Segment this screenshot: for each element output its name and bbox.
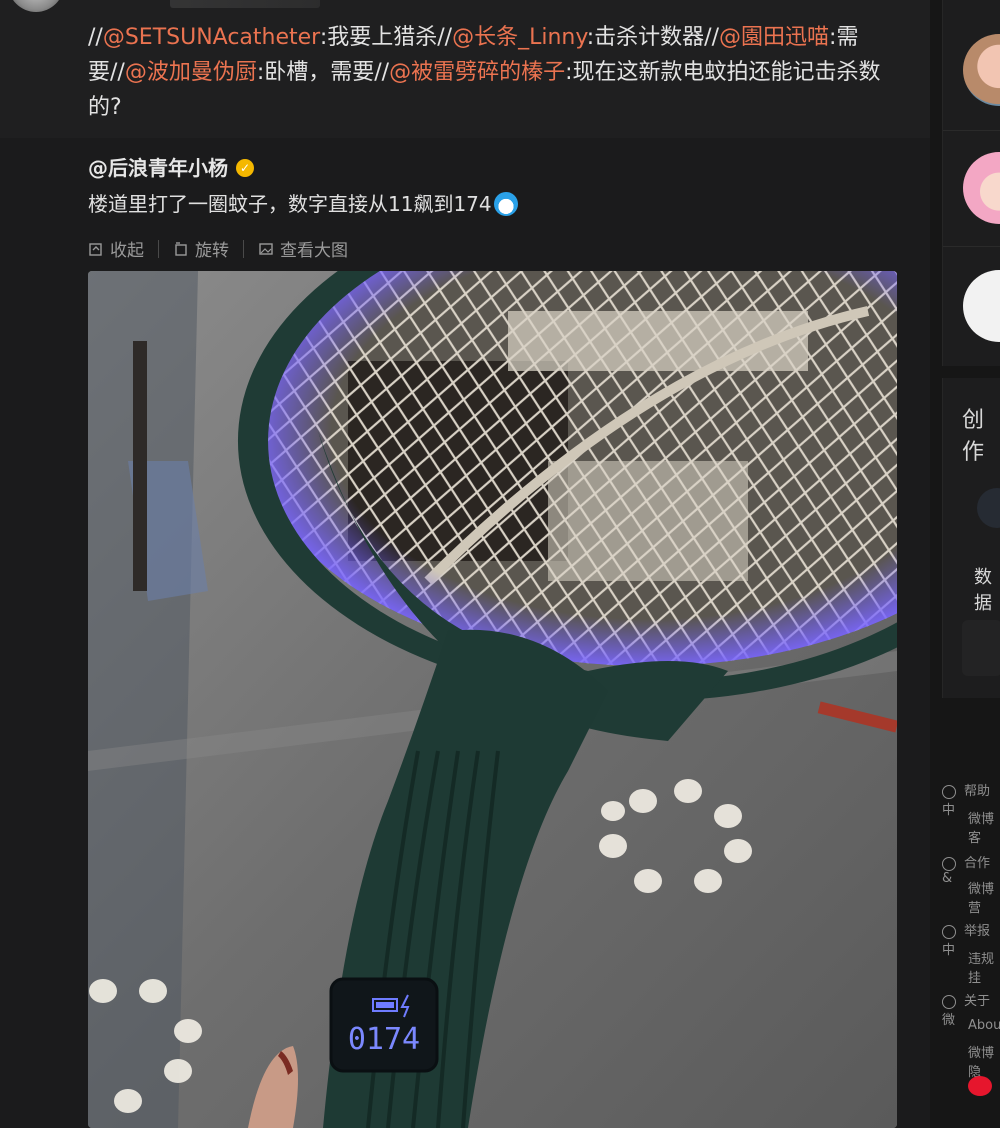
rotate-icon: [175, 241, 187, 256]
creator-data-label[interactable]: 数据: [974, 563, 1000, 615]
repost-comment-text: :卧槽，需要//: [256, 60, 390, 85]
help-icon: [942, 784, 956, 799]
collapse-button[interactable]: 收起: [88, 236, 144, 261]
repost-comment-text: //: [88, 25, 103, 50]
main-column: //@SETSUNAcatheter:我要上猎杀//@长条_Linny:击杀计数…: [0, 0, 930, 1128]
divider: [943, 246, 1000, 247]
counter-display: 0174: [348, 1022, 420, 1057]
mention-link[interactable]: @波加曼伪厨: [125, 60, 257, 85]
creator-card-button[interactable]: [962, 620, 1000, 676]
repost-comment-text: :击杀计数器//: [586, 25, 720, 50]
sidebar-card-follow: [942, 0, 1000, 366]
verified-badge-icon: ✓: [236, 158, 254, 177]
repost-comment-text: :我要上猎杀//: [319, 25, 453, 50]
alert-icon: [942, 924, 956, 939]
footer-about-sub[interactable]: About: [968, 1018, 1000, 1033]
original-post-text: 楼道里打了一圈蚊子，数字直接从11飙到174: [88, 188, 518, 218]
collapse-label: 收起: [110, 241, 144, 261]
view-large-label: 查看大图: [280, 241, 348, 261]
footer-privacy[interactable]: 微博隐: [968, 1042, 1000, 1080]
mention-link[interactable]: @长条_Linny: [452, 25, 587, 50]
footer-cooperation-sub[interactable]: 微博营: [968, 878, 1000, 916]
footer-help-sub[interactable]: 微博客: [968, 808, 1000, 846]
repost-block: //@SETSUNAcatheter:我要上猎杀//@长条_Linny:击杀计数…: [0, 0, 930, 138]
image-icon: [259, 242, 273, 255]
view-large-button[interactable]: 查看大图: [258, 236, 348, 261]
divider: [158, 239, 159, 258]
divider: [243, 239, 244, 258]
user-icon: [942, 994, 956, 1009]
weibo-logo-icon: [968, 1076, 992, 1096]
faint-header-text: [170, 0, 320, 8]
collapse-icon: [89, 242, 102, 256]
mention-link[interactable]: @SETSUNAcatheter: [103, 25, 320, 50]
heart-icon: [942, 856, 956, 871]
avatar[interactable]: [963, 152, 1000, 224]
avatar[interactable]: [8, 0, 64, 12]
mention-link[interactable]: @園田迅喵: [719, 25, 829, 50]
avatar[interactable]: [963, 34, 1000, 106]
original-author: @后浪青年小杨 ✓: [88, 152, 254, 181]
creator-card-title: 创作: [962, 408, 985, 465]
rotate-button[interactable]: 旋转: [173, 236, 229, 261]
divider: [943, 130, 1000, 131]
rotate-label: 旋转: [195, 241, 229, 261]
footer-report-sub[interactable]: 违规挂: [968, 948, 1000, 986]
image-actions-bar: 收起 旋转 查看大图: [88, 236, 348, 261]
author-name-link[interactable]: @后浪青年小杨: [88, 156, 228, 180]
avatar[interactable]: [963, 270, 1000, 342]
mosquito-racket-photo: 0174: [88, 271, 897, 1128]
post-photo[interactable]: 0174: [88, 271, 897, 1128]
post-text-body: 楼道里打了一圈蚊子，数字直接从11飙到174: [88, 192, 492, 216]
mention-link[interactable]: @被雷劈碎的榛子: [389, 60, 565, 85]
repost-chain-text: //@SETSUNAcatheter:我要上猎杀//@长条_Linny:击杀计数…: [88, 20, 908, 125]
doraemon-emoji-icon: [493, 191, 518, 216]
